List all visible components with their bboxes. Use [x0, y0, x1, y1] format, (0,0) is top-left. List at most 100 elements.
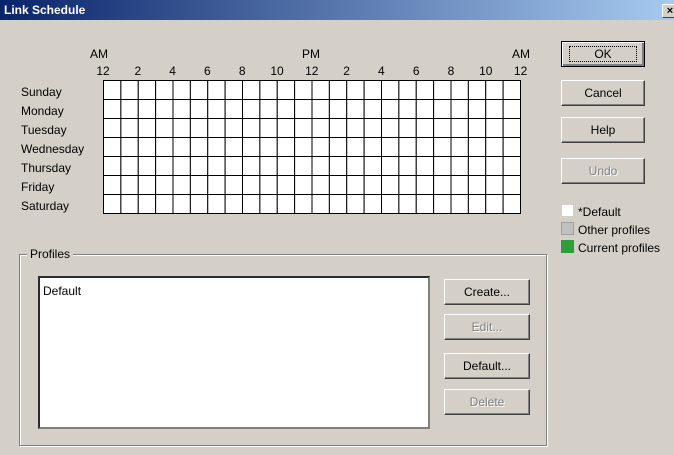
schedule-cell[interactable] [346, 156, 365, 176]
schedule-cell[interactable] [381, 175, 400, 195]
schedule-cell[interactable] [172, 137, 191, 157]
schedule-cell[interactable] [450, 99, 469, 119]
schedule-cell[interactable] [242, 194, 261, 214]
schedule-cell[interactable] [398, 156, 417, 176]
schedule-cell[interactable] [485, 118, 504, 138]
schedule-cell[interactable] [276, 99, 296, 119]
schedule-cell[interactable] [433, 156, 452, 176]
schedule-cell[interactable] [381, 80, 400, 100]
schedule-cell[interactable] [242, 118, 261, 138]
schedule-cell[interactable] [242, 80, 261, 100]
schedule-cell[interactable] [172, 99, 191, 119]
schedule-cell[interactable] [502, 137, 521, 157]
schedule-cell[interactable] [381, 99, 400, 119]
schedule-cell[interactable] [155, 137, 174, 157]
schedule-cell[interactable] [259, 80, 278, 100]
schedule-cell[interactable] [311, 156, 330, 176]
ok-button[interactable]: OK [561, 41, 645, 67]
schedule-cell[interactable] [276, 118, 296, 138]
schedule-cell[interactable] [398, 194, 417, 214]
schedule-cell[interactable] [450, 175, 469, 195]
cancel-button[interactable]: Cancel [561, 80, 645, 106]
profiles-list[interactable]: Default [38, 276, 430, 429]
schedule-cell[interactable] [311, 194, 330, 214]
schedule-cell[interactable] [189, 137, 209, 157]
schedule-cell[interactable] [294, 99, 313, 119]
schedule-cell[interactable] [259, 194, 278, 214]
schedule-cell[interactable] [502, 156, 521, 176]
create-button[interactable]: Create... [444, 279, 530, 305]
schedule-cell[interactable] [137, 156, 157, 176]
schedule-cell[interactable] [363, 175, 382, 195]
schedule-cell[interactable] [259, 137, 278, 157]
schedule-cell[interactable] [433, 80, 452, 100]
schedule-cell[interactable] [276, 175, 296, 195]
schedule-cell[interactable] [502, 80, 521, 100]
schedule-cell[interactable] [415, 118, 435, 138]
help-button[interactable]: Help [561, 117, 645, 143]
schedule-cell[interactable] [172, 156, 191, 176]
schedule-cell[interactable] [467, 175, 487, 195]
schedule-cell[interactable] [415, 99, 435, 119]
schedule-cell[interactable] [207, 175, 226, 195]
schedule-cell[interactable] [224, 80, 243, 100]
schedule-cell[interactable] [137, 99, 157, 119]
schedule-cell[interactable] [207, 80, 226, 100]
schedule-cell[interactable] [294, 118, 313, 138]
schedule-cell[interactable] [189, 118, 209, 138]
schedule-cell[interactable] [103, 99, 122, 119]
schedule-cell[interactable] [398, 175, 417, 195]
schedule-cell[interactable] [155, 99, 174, 119]
schedule-cell[interactable] [346, 80, 365, 100]
schedule-cell[interactable] [242, 175, 261, 195]
schedule-cell[interactable] [415, 175, 435, 195]
schedule-cell[interactable] [294, 80, 313, 100]
schedule-cell[interactable] [224, 156, 243, 176]
schedule-cell[interactable] [346, 175, 365, 195]
schedule-cell[interactable] [172, 194, 191, 214]
schedule-cell[interactable] [137, 175, 157, 195]
schedule-cell[interactable] [276, 194, 296, 214]
schedule-cell[interactable] [276, 137, 296, 157]
schedule-cell[interactable] [502, 175, 521, 195]
schedule-cell[interactable] [224, 175, 243, 195]
schedule-cell[interactable] [137, 137, 157, 157]
schedule-cell[interactable] [276, 156, 296, 176]
schedule-cell[interactable] [415, 156, 435, 176]
schedule-cell[interactable] [294, 137, 313, 157]
schedule-cell[interactable] [433, 175, 452, 195]
schedule-cell[interactable] [328, 99, 348, 119]
schedule-cell[interactable] [328, 175, 348, 195]
schedule-cell[interactable] [103, 80, 122, 100]
schedule-cell[interactable] [207, 99, 226, 119]
schedule-cell[interactable] [155, 175, 174, 195]
schedule-cell[interactable] [502, 99, 521, 119]
schedule-cell[interactable] [433, 118, 452, 138]
schedule-cell[interactable] [485, 175, 504, 195]
schedule-cell[interactable] [328, 194, 348, 214]
schedule-cell[interactable] [311, 80, 330, 100]
schedule-cell[interactable] [433, 137, 452, 157]
schedule-cell[interactable] [103, 156, 122, 176]
schedule-cell[interactable] [398, 99, 417, 119]
schedule-cell[interactable] [328, 156, 348, 176]
schedule-cell[interactable] [294, 156, 313, 176]
schedule-cell[interactable] [224, 118, 243, 138]
list-item[interactable]: Default [40, 278, 428, 298]
schedule-cell[interactable] [120, 175, 139, 195]
schedule-cell[interactable] [398, 80, 417, 100]
schedule-cell[interactable] [294, 194, 313, 214]
schedule-cell[interactable] [502, 118, 521, 138]
schedule-cell[interactable] [311, 99, 330, 119]
schedule-cell[interactable] [189, 80, 209, 100]
schedule-cell[interactable] [467, 80, 487, 100]
schedule-grid[interactable] [103, 80, 521, 214]
schedule-cell[interactable] [415, 80, 435, 100]
schedule-cell[interactable] [467, 118, 487, 138]
schedule-cell[interactable] [346, 194, 365, 214]
schedule-cell[interactable] [155, 156, 174, 176]
schedule-cell[interactable] [259, 156, 278, 176]
schedule-cell[interactable] [450, 156, 469, 176]
schedule-cell[interactable] [207, 156, 226, 176]
schedule-cell[interactable] [381, 118, 400, 138]
